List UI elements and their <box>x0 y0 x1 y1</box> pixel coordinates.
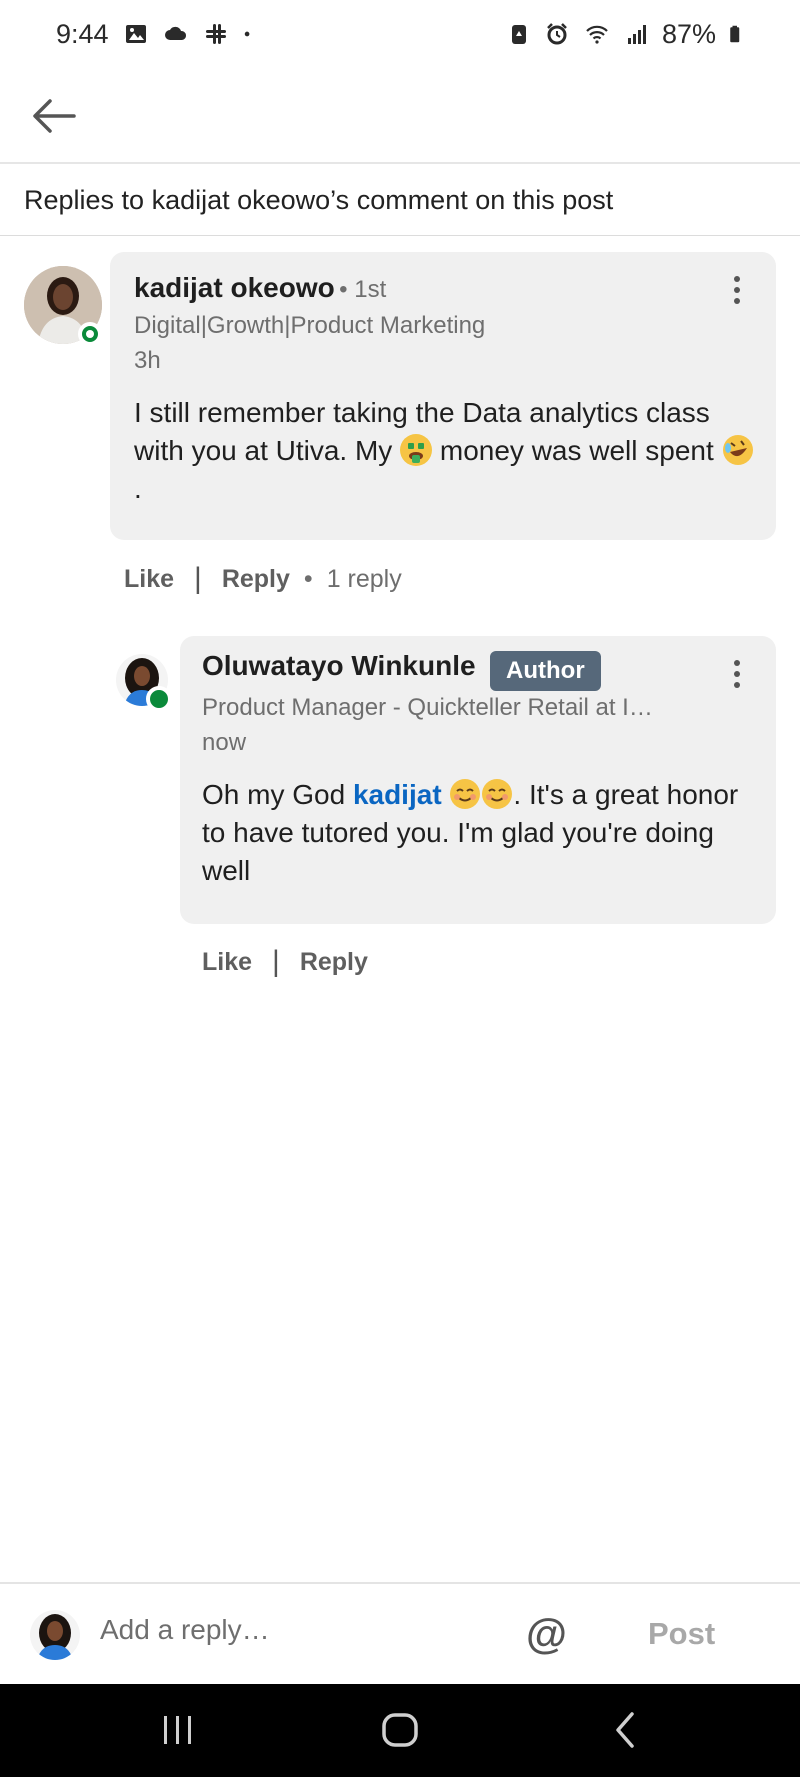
post-button[interactable]: Post <box>648 1616 715 1652</box>
more-vertical-icon <box>734 660 740 666</box>
status-time: 9:44 <box>56 18 109 49</box>
divider: | <box>272 945 280 978</box>
reply-timestamp: now <box>202 729 247 756</box>
author-badge: Author <box>490 650 601 691</box>
smiling-face-icon <box>449 778 481 810</box>
comment-text: I still remember taking the Data analyti… <box>134 394 754 508</box>
profile-photo-icon <box>30 1610 80 1660</box>
connection-degree: • 1st <box>339 276 387 303</box>
avatar <box>30 1610 80 1660</box>
reply-author-name[interactable]: Oluwatayo Winkunle <box>202 650 476 681</box>
back-nav-icon[interactable] <box>608 1710 644 1750</box>
status-bar: 9:44 87% <box>0 0 800 68</box>
rolling-laughing-face-icon <box>722 434 754 466</box>
more-options-button[interactable] <box>722 654 752 694</box>
slack-icon <box>205 24 226 44</box>
reply-actions: Like | Reply <box>202 945 368 979</box>
reply-button[interactable]: Reply <box>300 948 368 977</box>
wifi-icon <box>586 25 608 44</box>
page-title: Replies to kadijat okeowo’s comment on t… <box>0 166 800 236</box>
mention-button[interactable]: @ <box>526 1610 567 1658</box>
like-button[interactable]: Like <box>124 565 174 594</box>
dot-icon <box>244 31 249 37</box>
online-status-badge <box>78 322 102 346</box>
replies-count[interactable]: 1 reply <box>327 565 402 594</box>
system-nav-bar <box>0 1684 800 1777</box>
like-button[interactable]: Like <box>202 948 252 977</box>
top-bar <box>0 68 800 164</box>
reply-bubble: Oluwatayo Winkunle Author Product Manage… <box>180 636 776 924</box>
mention-link[interactable]: kadijat <box>353 779 442 810</box>
comment-bubble: kadijat okeowo • 1st Digital|Growth|Prod… <box>110 252 776 540</box>
reply-button[interactable]: Reply <box>222 565 290 594</box>
comment-actions: Like | Reply • 1 reply <box>124 562 402 596</box>
more-vertical-icon <box>734 276 740 282</box>
signal-icon <box>627 25 646 44</box>
money-mouth-face-icon <box>400 434 433 466</box>
home-icon[interactable] <box>380 1710 420 1750</box>
arrow-left-icon <box>33 99 76 133</box>
online-status-badge <box>146 686 172 712</box>
reply-composer: Add a reply… @ Post <box>0 1582 800 1684</box>
comment-author-name[interactable]: kadijat okeowo <box>134 272 335 303</box>
image-icon <box>125 25 146 43</box>
battery-saver-icon <box>511 25 526 44</box>
smiling-face-icon <box>481 778 513 810</box>
recent-apps-icon[interactable] <box>160 1712 196 1748</box>
comment-author-headline: Digital|Growth|Product Marketing <box>134 312 486 339</box>
cloud-icon <box>164 26 186 40</box>
more-options-button[interactable] <box>722 270 752 310</box>
separator-dot: • <box>303 564 313 593</box>
battery-percent: 87% <box>661 18 716 49</box>
reply-text: Oh my God kadijat . It's a great honor t… <box>202 778 739 886</box>
comment-timestamp: 3h <box>134 347 161 374</box>
reply-input[interactable]: Add a reply… <box>100 1614 270 1646</box>
alarm-icon <box>547 23 567 45</box>
reply-author-headline: Product Manager - Quickteller Retail at … <box>202 694 653 721</box>
battery-icon <box>730 25 740 43</box>
back-button[interactable] <box>26 90 82 142</box>
divider: | <box>194 562 202 595</box>
